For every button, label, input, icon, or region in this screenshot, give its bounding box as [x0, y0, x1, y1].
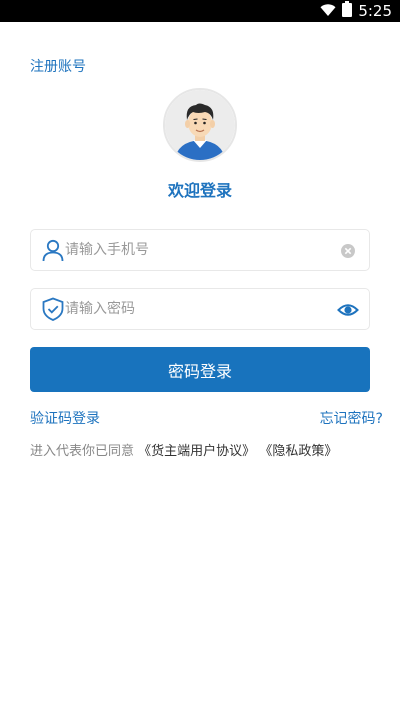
login-screen: 5:25 注册账号 欢迎登录 请输入手机号 密码登录 验证码登录 忘记密码? 进… — [0, 0, 400, 710]
battery-icon — [342, 1, 353, 21]
eye-icon[interactable] — [337, 299, 359, 321]
password-login-button[interactable]: 密码登录 — [30, 347, 370, 392]
agreement-prefix: 进入代表你已同意 — [30, 444, 135, 459]
phone-field[interactable] — [30, 229, 370, 271]
status-bar: 5:25 — [0, 0, 400, 22]
welcome-title: 欢迎登录 — [167, 181, 232, 200]
avatar — [163, 88, 237, 162]
phone-input[interactable] — [65, 230, 325, 270]
clear-icon[interactable] — [337, 240, 359, 262]
forgot-password-link[interactable]: 忘记密码? — [320, 408, 383, 428]
shield-icon — [41, 297, 65, 321]
password-input[interactable] — [65, 289, 325, 329]
sms-login-link[interactable]: 验证码登录 — [30, 408, 100, 428]
status-time: 5:25 — [358, 2, 392, 20]
wifi-icon — [320, 2, 336, 21]
avatar-icon — [165, 90, 235, 160]
status-right: 5:25 — [320, 1, 392, 21]
agreement-text: 进入代表你已同意 《货主端用户协议》 《隐私政策》 — [30, 440, 337, 459]
password-field[interactable] — [30, 288, 370, 330]
user-agreement-link[interactable]: 《货主端用户协议》 — [138, 444, 255, 459]
user-icon — [41, 238, 65, 262]
register-link[interactable]: 注册账号 — [30, 56, 86, 76]
privacy-policy-link[interactable]: 《隐私政策》 — [259, 444, 337, 459]
